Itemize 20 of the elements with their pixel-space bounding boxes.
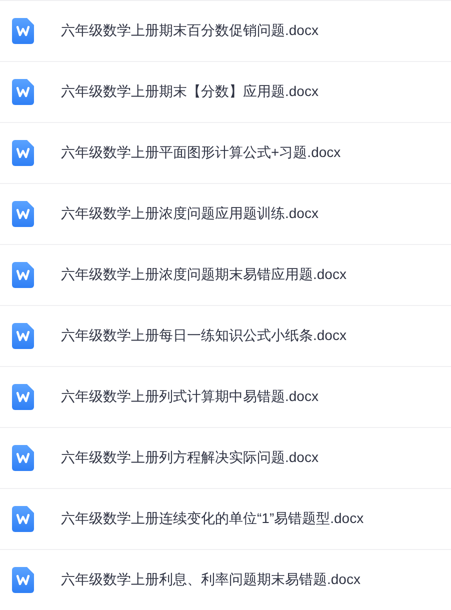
word-document-icon: [12, 323, 34, 349]
word-document-icon: [12, 445, 34, 471]
file-name[interactable]: 六年级数学上册列式计算期中易错题.docx: [61, 388, 318, 406]
word-document-icon: [12, 506, 34, 532]
word-document-icon: [12, 262, 34, 288]
word-document-icon: [12, 79, 34, 105]
word-document-icon: [12, 567, 34, 593]
file-name[interactable]: 六年级数学上册利息、利率问题期末易错题.docx: [61, 571, 360, 589]
file-name[interactable]: 六年级数学上册期末【分数】应用题.docx: [61, 83, 318, 101]
word-document-icon: [12, 140, 34, 166]
word-document-icon: [12, 18, 34, 44]
file-name[interactable]: 六年级数学上册浓度问题应用题训练.docx: [61, 205, 318, 223]
word-document-icon: [12, 384, 34, 410]
file-name[interactable]: 六年级数学上册浓度问题期末易错应用题.docx: [61, 266, 346, 284]
file-name[interactable]: 六年级数学上册每日一练知识公式小纸条.docx: [61, 327, 346, 345]
word-document-icon: [12, 201, 34, 227]
file-name[interactable]: 六年级数学上册连续变化的单位“1”易错题型.docx: [61, 510, 364, 528]
file-name[interactable]: 六年级数学上册列方程解决实际问题.docx: [61, 449, 318, 467]
file-name[interactable]: 六年级数学上册期末百分数促销问题.docx: [61, 22, 318, 40]
file-name[interactable]: 六年级数学上册平面图形计算公式+习题.docx: [61, 144, 341, 162]
